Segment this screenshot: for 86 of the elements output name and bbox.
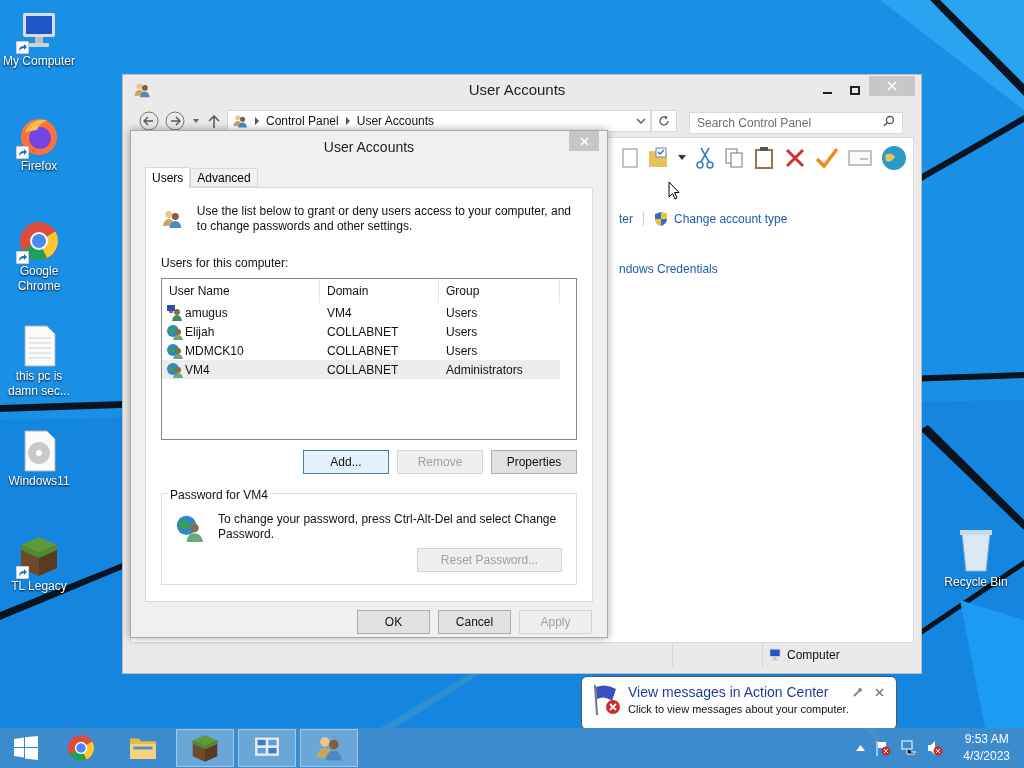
search-icon xyxy=(883,115,895,127)
globe-icon[interactable] xyxy=(881,145,907,171)
task-link[interactable]: ter xyxy=(619,210,633,228)
password-text: To change your password, press Ctrl-Alt-Del and select Change Password. xyxy=(218,512,558,543)
intro-text: Use the list below to grant or deny users access to your computer, and to change passwords and other settings. xyxy=(196,203,572,235)
table-cell-text: Users xyxy=(446,304,478,322)
table-cell-text: Administrators xyxy=(446,361,523,379)
table-cell-text: Elijah xyxy=(185,323,215,341)
table-cell-text: amugus xyxy=(185,304,228,322)
shield-icon xyxy=(654,211,668,227)
close-icon xyxy=(579,136,589,146)
notification-title: View messages in Action Center xyxy=(628,683,830,701)
users-icon xyxy=(232,113,248,129)
table-cell-text: VM4 xyxy=(327,304,352,322)
breadcrumb-item[interactable]: Control Panel xyxy=(266,112,339,130)
search-field[interactable]: Search Control Panel xyxy=(689,112,903,134)
refresh-icon xyxy=(658,115,670,127)
tab[interactable]: Users xyxy=(145,167,191,188)
taskbar-app[interactable] xyxy=(176,729,234,767)
clock-date[interactable]: 4/3/2023 xyxy=(963,748,1010,765)
chevron-right-icon xyxy=(254,117,260,125)
breadcrumb-item[interactable]: User Accounts xyxy=(356,112,435,130)
tab[interactable]: Advanced xyxy=(190,168,258,187)
chevron-right-icon xyxy=(344,117,351,125)
domain-user-icon xyxy=(167,361,183,378)
speaker-muted-icon[interactable] xyxy=(927,740,944,756)
chrome-icon xyxy=(66,733,96,763)
list-row[interactable]: amugus VM4 Users xyxy=(162,303,560,322)
dialog-button[interactable]: Cancel xyxy=(438,610,511,634)
domain-user-icon xyxy=(167,342,183,359)
dialog-button[interactable]: Add... xyxy=(303,450,389,474)
refresh-button[interactable] xyxy=(651,110,677,132)
column-header[interactable]: Group xyxy=(439,279,560,303)
taskbar-app[interactable] xyxy=(238,729,296,767)
up-arrow-icon[interactable] xyxy=(207,113,221,129)
close-icon xyxy=(887,81,897,91)
network-icon[interactable] xyxy=(901,740,918,756)
clipboard-icon[interactable] xyxy=(753,146,775,170)
scissors-icon[interactable] xyxy=(695,147,715,169)
delete-icon[interactable] xyxy=(784,147,806,169)
table-cell-text: COLLABNET xyxy=(327,323,399,341)
caret-icon[interactable] xyxy=(678,155,686,161)
window-title: User Accounts xyxy=(467,79,567,100)
copy-icon[interactable] xyxy=(724,147,744,169)
windows-logo-icon xyxy=(14,736,38,760)
taskbar-app[interactable] xyxy=(300,729,358,767)
list-row[interactable]: Elijah COLLABNET Users xyxy=(162,322,560,341)
table-cell-text: COLLABNET xyxy=(327,361,399,379)
list-label: Users for this computer: xyxy=(161,255,290,272)
clock-time[interactable]: 9:53 AM xyxy=(964,731,1009,748)
chrome-icon xyxy=(17,219,61,263)
dialog-title: User Accounts xyxy=(322,138,416,157)
desktop-icon-label[interactable]: Windows11 xyxy=(0,474,78,489)
users-icon xyxy=(133,81,151,99)
table-cell-text: COLLABNET xyxy=(327,342,399,360)
status-text: Computer xyxy=(787,647,840,664)
close-icon[interactable] xyxy=(874,688,884,697)
grass-block-icon xyxy=(190,733,220,763)
list-row[interactable]: MDMCK10 COLLABNET Users xyxy=(162,341,560,360)
chevron-down-icon[interactable] xyxy=(636,117,646,125)
dialog-button[interactable]: OK xyxy=(357,610,430,634)
notification-message: Click to view messages about your computer. xyxy=(628,702,849,717)
address-bar[interactable]: Control Panel User Accounts xyxy=(227,110,651,132)
computer-icon xyxy=(767,647,783,663)
local-user-icon xyxy=(167,304,183,321)
column-header[interactable]: User Name xyxy=(162,279,320,303)
table-cell-text: Users xyxy=(446,323,478,341)
forward-icon[interactable] xyxy=(165,111,185,131)
wrench-icon[interactable] xyxy=(852,687,863,697)
back-icon[interactable] xyxy=(139,111,159,131)
cursor-icon xyxy=(668,181,680,200)
task-link[interactable]: ndows Credentials xyxy=(619,260,718,278)
folder-check-icon[interactable] xyxy=(647,147,669,169)
dialog-button[interactable]: Properties xyxy=(491,450,577,474)
table-cell-text: MDMCK10 xyxy=(185,342,244,360)
domain-user-icon xyxy=(167,323,183,340)
task-link[interactable]: Change account type xyxy=(674,210,788,228)
flag-error-icon[interactable] xyxy=(875,740,892,756)
table-cell-text: Users xyxy=(446,342,478,360)
checkmark-icon[interactable] xyxy=(815,147,839,169)
notification-balloon[interactable]: View messages in Action Center Click to view messages about your computer. xyxy=(581,676,897,730)
table-cell-text: VM4 xyxy=(185,361,210,379)
show-hidden-icon[interactable] xyxy=(856,745,866,751)
list-row[interactable]: VM4 COLLABNET Administrators xyxy=(162,360,560,379)
desktop-icon-label[interactable]: TL Legacy xyxy=(0,579,78,594)
column-header[interactable]: Domain xyxy=(320,279,439,303)
